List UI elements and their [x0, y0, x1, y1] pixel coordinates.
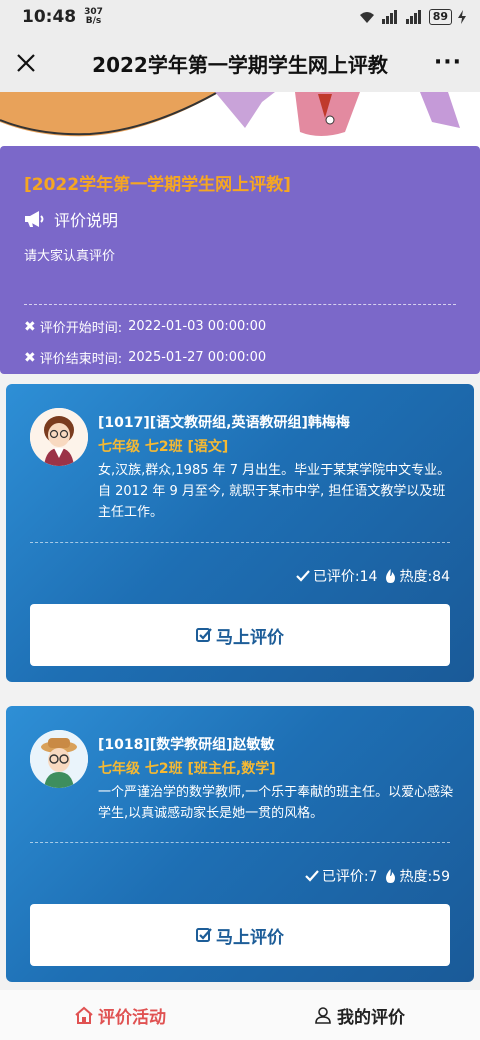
megaphone-icon: [25, 211, 44, 227]
teacher-description: 一个严谨治学的数学教师,一个乐于奉献的班主任。以爱心感染学生,以真诚感动家长是她…: [98, 785, 454, 821]
check-square-icon: [196, 928, 212, 942]
evaluation-title: [2022学年第一学期学生网上评教]: [24, 175, 291, 195]
banner-image: [0, 92, 480, 150]
tab-my-evaluations[interactable]: 我的评价: [240, 990, 480, 1040]
check-icon: [296, 570, 310, 582]
divider: [24, 304, 456, 305]
rate-now-label: 马上评价: [216, 627, 284, 648]
heat-count: 热度:84: [385, 566, 450, 586]
charging-icon: [458, 10, 466, 24]
rated-count: 已评价:7: [305, 866, 378, 886]
page-title: 2022学年第一学期学生网上评教: [92, 52, 388, 77]
teacher-description: 女,汉族,群众,1985 年 7 月出生。毕业于某某学院中文专业。自 2012 …: [98, 463, 451, 520]
divider: [30, 842, 450, 843]
tab-my-evaluations-label: 我的评价: [337, 1007, 405, 1028]
teacher-card: [1018][数学教研组]赵敏敏 七年级 七2班 [班主任,数学] 一个严谨治学…: [6, 706, 474, 982]
teacher-class: 七年级 七2班 [班主任,数学]: [98, 761, 276, 777]
heat-count-text: 热度:59: [399, 869, 450, 885]
teacher-class: 七年级 七2班 [语文]: [98, 439, 229, 455]
banner-illustration: [0, 92, 460, 137]
nav-bar: 2022学年第一学期学生网上评教 ···: [0, 34, 480, 92]
rated-count-text: 已评价:14: [312, 569, 378, 585]
status-bar: 10:48 307 B/s 89: [0, 0, 480, 34]
wifi-icon: [359, 12, 374, 23]
teacher-avatar: [30, 408, 88, 466]
status-time: 10:48: [22, 7, 77, 27]
network-speed: 307 B/s: [84, 8, 103, 26]
close-icon[interactable]: [14, 51, 38, 75]
teacher-stats: 已评价:7 热度:59: [305, 866, 450, 886]
flame-icon: [386, 869, 396, 883]
tab-evaluation-activity-label: 评价活动: [98, 1007, 166, 1028]
start-time-value: 2022-01-03 00:00:00: [128, 319, 267, 334]
signal-icon-2: [405, 10, 421, 24]
start-time-label: 评价开始时间:: [39, 321, 123, 336]
tab-evaluation-activity[interactable]: 评价活动: [0, 990, 240, 1040]
user-icon: [315, 1007, 331, 1024]
rated-count: 已评价:14: [296, 566, 378, 586]
rated-count-text: 已评价:7: [321, 869, 378, 885]
flame-icon: [386, 569, 396, 583]
evaluation-description: 请大家认真评价: [24, 249, 116, 264]
teacher-name: [1017][语文教研组,英语教研组]韩梅梅: [98, 415, 350, 431]
heat-count: 热度:59: [385, 866, 450, 886]
check-square-icon: [196, 628, 212, 642]
close-mark-icon: ✖: [24, 349, 36, 366]
evaluation-instructions-heading: 评价说明: [24, 207, 456, 231]
battery-level: 89: [428, 9, 452, 25]
evaluation-info-card: [2022学年第一学期学生网上评教] 评价说明 请大家认真评价 ✖ 评价开始时间…: [0, 146, 480, 374]
divider: [30, 542, 450, 543]
status-icons: 89: [359, 9, 466, 25]
heat-count-text: 热度:84: [399, 569, 450, 585]
network-speed-unit: B/s: [85, 16, 102, 26]
end-time-label: 评价结束时间:: [39, 352, 123, 367]
close-mark-icon: ✖: [24, 318, 36, 335]
instructions-label: 评价说明: [54, 211, 119, 230]
teacher-avatar: [30, 730, 88, 788]
teacher-name: [1018][数学教研组]赵敏敏: [98, 737, 275, 753]
more-icon[interactable]: ···: [434, 50, 462, 75]
end-time-row: ✖ 评价结束时间: 2025-01-27 00:00:00: [24, 348, 456, 368]
bottom-tab-bar: 评价活动 我的评价: [0, 990, 480, 1040]
teacher-stats: 已评价:14 热度:84: [296, 566, 450, 586]
rate-now-button[interactable]: 马上评价: [30, 604, 450, 666]
start-time-row: ✖ 评价开始时间: 2022-01-03 00:00:00: [24, 317, 456, 337]
check-icon: [305, 870, 319, 882]
end-time-value: 2025-01-27 00:00:00: [128, 350, 267, 365]
rate-now-label: 马上评价: [216, 927, 284, 948]
home-icon: [75, 1006, 93, 1024]
signal-icon: [381, 10, 397, 24]
rate-now-button[interactable]: 马上评价: [30, 904, 450, 966]
teacher-card: [1017][语文教研组,英语教研组]韩梅梅 七年级 七2班 [语文] 女,汉族…: [6, 384, 474, 682]
